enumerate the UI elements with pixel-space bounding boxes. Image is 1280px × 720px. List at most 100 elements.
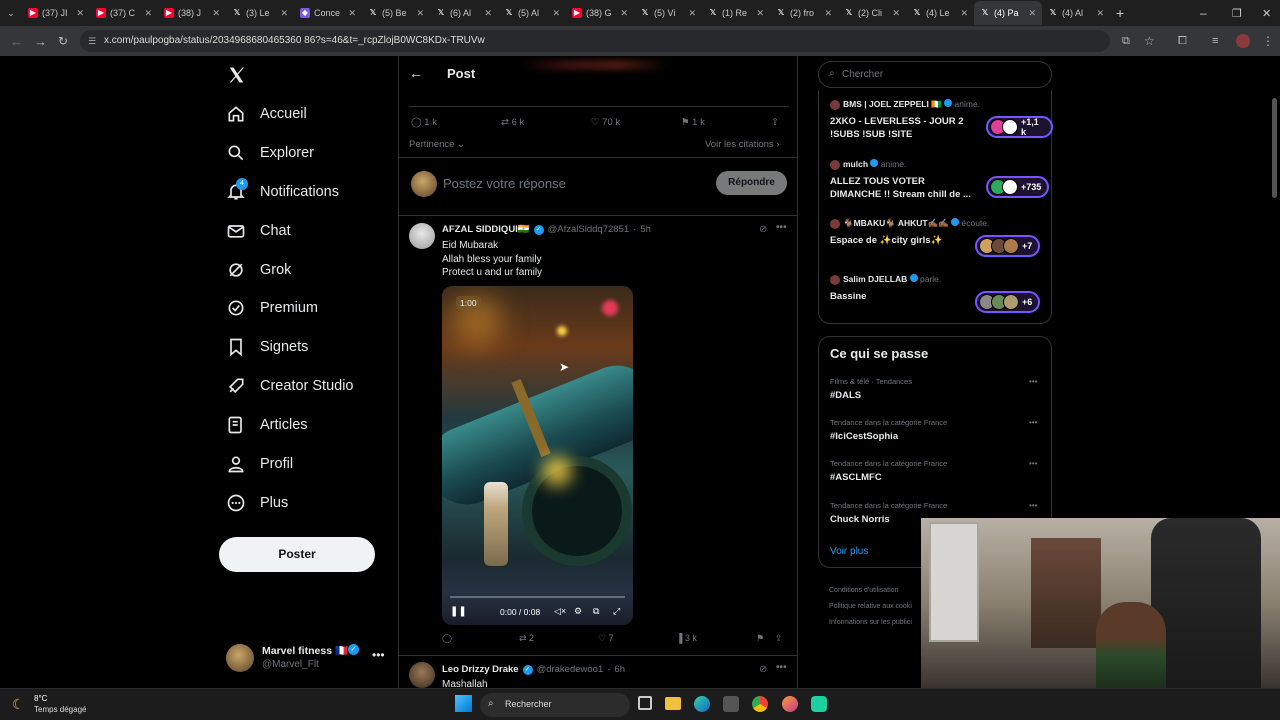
reply-button[interactable]: Répondre	[716, 171, 787, 195]
browser-tab[interactable]: ▶ (37) JI ✕	[22, 1, 90, 25]
views-button[interactable]: ▐ 3 k	[676, 633, 697, 643]
share-icon[interactable]: ⇪	[775, 633, 783, 644]
close-tab-icon[interactable]: ✕	[348, 8, 356, 19]
nav-item-plus[interactable]: Plus	[226, 493, 288, 513]
browser-tab[interactable]: ◆ Conce ✕	[294, 1, 362, 25]
close-tab-icon[interactable]: ✕	[212, 8, 220, 19]
browser-tab[interactable]: 𝕏 (1) Re ✕	[702, 1, 770, 25]
space-listeners-pill[interactable]: +735	[986, 176, 1050, 198]
trend-item[interactable]: Tendance dans la catégorie France #ASCLM…	[830, 459, 1042, 493]
close-tab-icon[interactable]: ✕	[688, 8, 696, 19]
menu-icon[interactable]: ⋮	[1262, 34, 1274, 48]
minimize-icon[interactable]: –	[1200, 6, 1207, 20]
sort-dropdown[interactable]: Pertinence ⌄	[409, 139, 465, 150]
more-icon[interactable]: •••	[1029, 501, 1037, 510]
store-icon[interactable]	[723, 696, 739, 712]
space-listeners-pill[interactable]: +6	[975, 291, 1041, 313]
browser-tab[interactable]: 𝕏 (5) Vi ✕	[634, 1, 702, 25]
pause-icon[interactable]: ❚❚	[450, 606, 467, 617]
like-count-button[interactable]: ♡ 70 k	[591, 117, 620, 128]
media-controls-icon[interactable]: ≡	[1212, 35, 1218, 47]
like-button[interactable]: ♡ 7	[598, 633, 614, 644]
chrome-icon[interactable]	[752, 696, 768, 712]
nav-item-articles[interactable]: Articles	[226, 415, 308, 435]
author-name[interactable]: AFZAL SIDDIQUI🇮🇳	[442, 224, 530, 235]
reply-avatar[interactable]	[409, 662, 435, 688]
author-handle[interactable]: @AfzalSlddq72851	[548, 224, 629, 235]
space-listeners-pill[interactable]: +1,1 k	[986, 116, 1053, 138]
browser-tab[interactable]: 𝕏 (4) Le ✕	[906, 1, 974, 25]
close-tab-icon[interactable]: ✕	[280, 8, 288, 19]
edge-icon[interactable]	[694, 696, 710, 712]
close-tab-icon[interactable]: ✕	[1096, 8, 1104, 19]
nav-item-grok[interactable]: Grok	[226, 260, 291, 280]
footer-link[interactable]: Politique relative aux cooki	[829, 599, 912, 615]
see-more-link[interactable]: Voir plus	[830, 546, 868, 557]
nav-item-creator-studio[interactable]: Creator Studio	[226, 376, 354, 396]
post-time[interactable]: 5h	[640, 224, 651, 235]
bookmark-icon[interactable]: ⚑	[756, 633, 764, 644]
tab-search-icon[interactable]: ⌄	[0, 8, 22, 19]
browser-tab[interactable]: 𝕏 (3) Le ✕	[226, 1, 294, 25]
space-item[interactable]: Salim DJELLAB parle. Bassine +6	[819, 273, 1053, 329]
pip-icon[interactable]: ⧉	[593, 606, 599, 617]
browser-tab[interactable]: 𝕏 (4) Al ✕	[1042, 1, 1110, 25]
browser-tab[interactable]: 𝕏 (2) Cli ✕	[838, 1, 906, 25]
footer-link[interactable]: Conditions d'utilisation	[829, 583, 912, 599]
trend-item[interactable]: Films & télé · Tendances #DALS •••	[830, 377, 1042, 411]
browser-tab[interactable]: 𝕏 (2) fro ✕	[770, 1, 838, 25]
more-icon[interactable]: •••	[372, 648, 385, 662]
profile-icon[interactable]	[1236, 34, 1250, 48]
space-listeners-pill[interactable]: +7	[975, 235, 1041, 257]
nav-item-premium[interactable]: Premium	[226, 298, 318, 318]
repost-button[interactable]: ⇄ 2	[519, 633, 534, 644]
back-icon[interactable]: ←	[10, 34, 23, 49]
browser-tab[interactable]: ▶ (37) C ✕	[90, 1, 158, 25]
close-tab-icon[interactable]: ✕	[756, 8, 764, 19]
back-arrow-icon[interactable]: ←	[409, 65, 423, 81]
author-handle[interactable]: @drakedewoo1	[537, 664, 604, 675]
close-tab-icon[interactable]: ✕	[484, 8, 492, 19]
scrollbar-thumb[interactable]	[1272, 98, 1277, 198]
maximize-icon[interactable]: ❐	[1232, 7, 1242, 20]
author-name[interactable]: Leo Drizzy Drake	[442, 664, 519, 675]
close-tab-icon[interactable]: ✕	[892, 8, 900, 19]
grok-icon[interactable]: ⊘	[759, 224, 767, 235]
nav-item-accueil[interactable]: Accueil	[226, 104, 307, 124]
bookmark-star-icon[interactable]: ☆	[1144, 34, 1155, 48]
browser-tab[interactable]: ▶ (38) J ✕	[158, 1, 226, 25]
post-button[interactable]: Poster	[219, 537, 375, 572]
share-icon[interactable]: ⇪	[771, 117, 779, 128]
browser-tab[interactable]: 𝕏 (4) Pa ✕	[974, 1, 1042, 25]
file-explorer-icon[interactable]	[665, 697, 681, 710]
weather-icon[interactable]: ☾	[12, 696, 25, 713]
firefox-icon[interactable]	[782, 696, 798, 712]
taskbar-search[interactable]: ⌕ Rechercher	[480, 693, 630, 717]
more-icon[interactable]: •••	[776, 222, 787, 233]
search-input[interactable]: ⌕ Chercher	[818, 61, 1052, 88]
nav-item-signets[interactable]: Signets	[226, 337, 308, 357]
nav-item-notifications[interactable]: 4 Notifications	[226, 178, 339, 202]
grok-icon[interactable]: ⊘	[759, 664, 767, 675]
url-field[interactable]: ☰ x.com/paulpogba/status/203496868046536…	[80, 30, 1110, 52]
site-info-icon[interactable]: ☰	[88, 30, 96, 52]
fullscreen-icon[interactable]: ⤢	[613, 606, 620, 617]
settings-icon[interactable]: ⚙	[574, 606, 582, 617]
progress-track[interactable]	[450, 596, 625, 598]
quotes-link[interactable]: Voir les citations ›	[705, 139, 779, 150]
extensions-icon[interactable]: ⧠	[1178, 35, 1187, 48]
nav-item-profil[interactable]: Profil	[226, 454, 293, 474]
new-tab-button[interactable]: +	[1116, 5, 1124, 21]
task-view-icon[interactable]	[638, 696, 652, 710]
more-icon[interactable]: •••	[1029, 377, 1037, 386]
more-icon[interactable]: •••	[1029, 459, 1037, 468]
space-item[interactable]: BMS | JOEL ZEPPELI 🇨🇮 anime. 2XKO - LEVE…	[819, 98, 1053, 154]
forward-icon[interactable]: →	[34, 34, 47, 49]
nav-item-chat[interactable]: Chat	[226, 221, 291, 241]
close-tab-icon[interactable]: ✕	[620, 8, 628, 19]
reload-icon[interactable]: ↻	[58, 34, 68, 48]
space-item[interactable]: 🐐MBAKU🐐 AHKUT✍🏾✍🏾 écoute. Espace de ✨cit…	[819, 217, 1053, 273]
x-logo-icon[interactable]	[227, 66, 246, 84]
close-tab-icon[interactable]: ✕	[960, 8, 968, 19]
close-tab-icon[interactable]: ✕	[1028, 8, 1036, 19]
